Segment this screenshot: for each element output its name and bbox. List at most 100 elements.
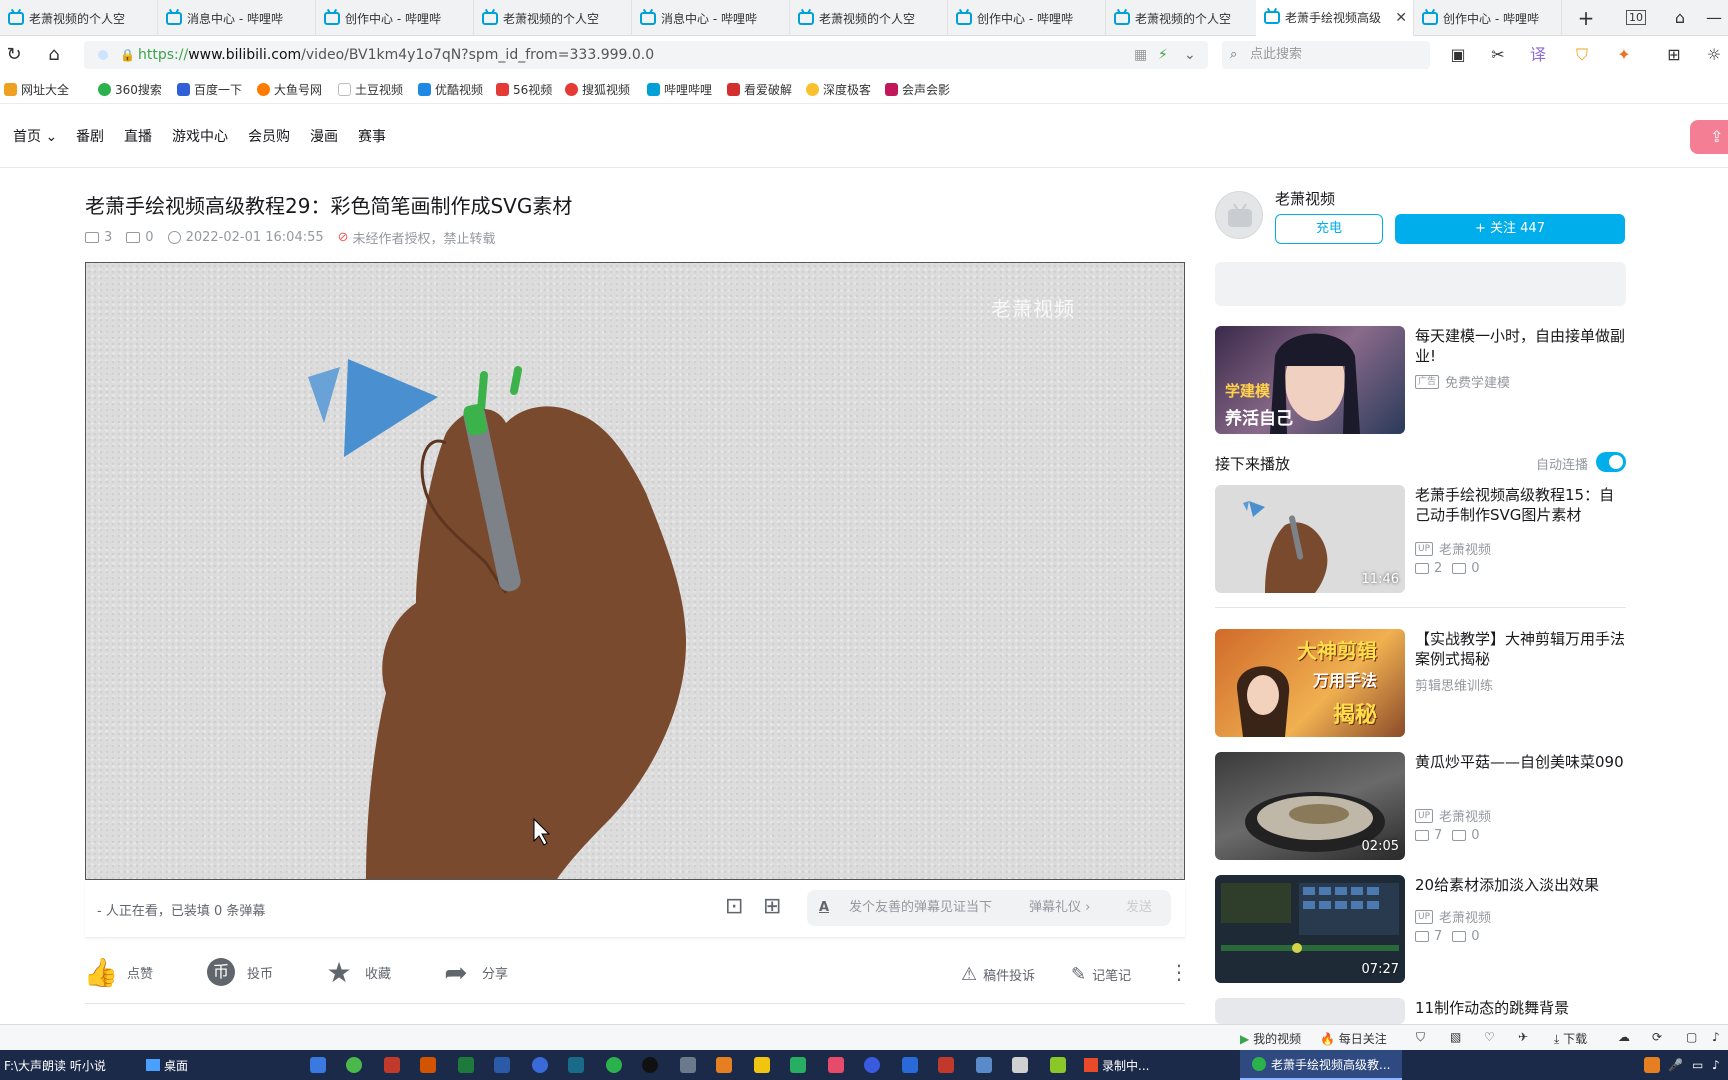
access-icon[interactable] (384, 1057, 400, 1073)
game-icon[interactable]: ✦ (1610, 43, 1638, 67)
video-thumbnail[interactable]: 11:46 (1215, 485, 1405, 593)
bookmark-item[interactable]: 会声会影 (885, 80, 950, 98)
video-title[interactable]: 老萧手绘视频高级教程15：自己动手制作SVG图片素材 (1415, 485, 1629, 525)
shirt-icon[interactable]: ⌂ (1666, 6, 1694, 30)
app-icon[interactable] (532, 1057, 548, 1073)
danmaku-etiquette-link[interactable]: 弹幕礼仪 › (1029, 890, 1090, 926)
url-bar[interactable]: 🔒 https://www.bilibili.com/video/BV1km4y… (84, 41, 1208, 69)
uploader-name[interactable]: 老萧视频 (1275, 188, 1335, 209)
uploader-info[interactable]: UP 老萧视频 (1415, 907, 1491, 926)
ad-card[interactable]: 学建模 养活自己 每天建模一小时，自由接单做副业! 广告 免费学建模 (1215, 326, 1626, 434)
charge-button[interactable]: 充电 (1275, 214, 1383, 244)
browser-tab-active[interactable]: 老萧手绘视频高级 ✕ (1256, 0, 1414, 36)
bookmark-item[interactable]: 56视频 (496, 80, 552, 98)
bookmark-item[interactable]: 土豆视频 (338, 80, 403, 98)
nav-bangumi[interactable]: 番剧 (76, 126, 104, 146)
window-icon[interactable]: ▢ (1686, 1030, 1697, 1044)
ad-title[interactable]: 每天建模一小时，自由接单做副业! (1415, 326, 1629, 366)
video-thumbnail[interactable]: 07:27 (1215, 875, 1405, 983)
avatar[interactable] (1215, 191, 1263, 239)
app-icon[interactable] (716, 1057, 732, 1073)
taskbar-browser[interactable]: 老萧手绘视频高级教... (1240, 1050, 1403, 1080)
app-icon[interactable] (568, 1057, 584, 1073)
report-button[interactable]: ⚠ 稿件投诉 (961, 964, 1035, 985)
powerpoint-icon[interactable] (420, 1057, 436, 1073)
app-icon[interactable] (1012, 1057, 1028, 1073)
danmaku-input[interactable]: A 发个友善的弹幕见证当下 弹幕礼仪 › 发送 (807, 890, 1171, 926)
qr-icon[interactable]: ▦ (1134, 41, 1147, 69)
recommended-video[interactable]: 11:46 老萧手绘视频高级教程15：自己动手制作SVG图片素材 UP 老萧视频 … (1215, 485, 1626, 593)
network-icon[interactable]: ▭ (1692, 1050, 1703, 1080)
qq-icon[interactable] (642, 1057, 658, 1073)
video-title[interactable]: 黄瓜炒平菇——自创美味菜090 (1415, 752, 1629, 772)
chevron-down-icon[interactable]: ⌄ (1184, 41, 1196, 69)
app-icon[interactable] (1050, 1057, 1066, 1073)
nav-home[interactable]: 首页 ⌄ (13, 126, 57, 146)
pdf-icon[interactable] (938, 1057, 954, 1073)
browser-tab[interactable]: 老萧视频的个人空 (474, 0, 632, 36)
new-tab-icon[interactable]: + (1572, 6, 1600, 30)
browser-tab[interactable]: 创作中心 - 哔哩哔 (1414, 0, 1562, 36)
heart-icon[interactable]: ♡ (1484, 1030, 1495, 1044)
download-button[interactable]: ⤓ 下载 (1554, 1030, 1587, 1047)
nav-live[interactable]: 直播 (124, 126, 152, 146)
video-title[interactable]: 20给素材添加淡入淡出效果 (1415, 875, 1629, 895)
video-title[interactable]: 11制作动态的跳舞背景 (1415, 998, 1626, 1018)
uploader-info[interactable]: 剪辑思维训练 (1415, 675, 1493, 694)
taskbar-desktop[interactable]: 桌面 (146, 1050, 188, 1080)
apps-grid-icon[interactable]: ⊞ (1660, 43, 1688, 67)
browser-tab[interactable]: 老萧视频的个人空 (1106, 0, 1264, 36)
word-icon[interactable] (494, 1057, 510, 1073)
favorite-button[interactable]: ★ 收藏 (323, 956, 391, 989)
nav-manga[interactable]: 漫画 (310, 126, 338, 146)
daily-follow-button[interactable]: 🔥 每日关注 (1320, 1030, 1387, 1047)
minimize-icon[interactable]: — (1700, 6, 1728, 30)
upload-button[interactable]: ⇪ (1690, 120, 1728, 154)
taskbar-tts[interactable]: F:\大声朗读 听小说 (4, 1050, 106, 1080)
app-icon[interactable] (680, 1057, 696, 1073)
app-icon[interactable] (790, 1057, 806, 1073)
excel-icon[interactable] (458, 1057, 474, 1073)
bookmark-item[interactable]: 深度极客 (806, 80, 871, 98)
volume-icon[interactable]: ♪ (1712, 1030, 1720, 1044)
video-title[interactable]: 【实战教学】大神剪辑万用手法案例式揭秘 (1415, 629, 1629, 669)
taskbar-recorder[interactable]: 录制中... (1084, 1050, 1149, 1080)
browser-tab[interactable]: 消息中心 - 哔哩哔 (158, 0, 316, 36)
close-tab-icon[interactable]: ✕ (1395, 10, 1407, 26)
uploader-info[interactable]: UP 老萧视频 (1415, 539, 1491, 558)
refresh-icon[interactable]: ↻ (0, 43, 28, 67)
microphone-icon[interactable]: 🎤 (1668, 1050, 1683, 1080)
ad-thumbnail[interactable]: 学建模 养活自己 (1215, 326, 1405, 434)
bookmark-item[interactable]: 大鱼号网 (257, 80, 322, 98)
bookmark-item[interactable]: 360搜索 (98, 80, 162, 98)
browser-tab[interactable]: 创作中心 - 哔哩哔 (316, 0, 474, 36)
send-danmaku-button[interactable]: 发送 (1107, 890, 1171, 926)
browser-tab[interactable]: 消息中心 - 哔哩哔 (632, 0, 790, 36)
recommended-video[interactable]: 02:05 黄瓜炒平菇——自创美味菜090 UP 老萧视频 70 (1215, 752, 1626, 860)
translate-icon[interactable]: 译 (1524, 43, 1552, 67)
note-button[interactable]: ✎ 记笔记 (1071, 964, 1131, 985)
bookmark-item[interactable]: 优酷视频 (418, 80, 483, 98)
autoplay-toggle[interactable] (1596, 452, 1626, 472)
app-icon[interactable] (902, 1057, 918, 1073)
video-player[interactable]: 老萧视频 (85, 262, 1185, 880)
lightning-icon[interactable]: ⚡ (1158, 41, 1168, 69)
home-icon[interactable]: ⌂ (40, 43, 68, 67)
share-button[interactable]: ➦ 分享 (440, 956, 508, 989)
browser-tab[interactable]: 老萧视频的个人空 (790, 0, 948, 36)
bookmark-item[interactable]: 网址大全 (4, 80, 69, 98)
app-icon[interactable] (976, 1057, 992, 1073)
nav-game-center[interactable]: 游戏中心 (172, 126, 228, 146)
bookmark-item[interactable]: 看爱破解 (727, 80, 792, 98)
app-icon[interactable] (346, 1057, 362, 1073)
site-info-icon[interactable] (98, 50, 108, 60)
reader-icon[interactable]: ▣ (1444, 43, 1472, 67)
sync-icon[interactable]: ⟳ (1652, 1030, 1662, 1044)
image-icon[interactable]: ▧ (1450, 1030, 1461, 1044)
app-icon[interactable] (828, 1057, 844, 1073)
recommended-video[interactable]: 大神剪辑 万用手法 揭秘 【实战教学】大神剪辑万用手法案例式揭秘 剪辑思维训练 (1215, 629, 1626, 737)
wechat-icon[interactable] (606, 1057, 622, 1073)
tray-icon[interactable] (1644, 1057, 1660, 1073)
video-thumbnail[interactable]: 大神剪辑 万用手法 揭秘 (1215, 629, 1405, 737)
nav-match[interactable]: 赛事 (358, 126, 386, 146)
